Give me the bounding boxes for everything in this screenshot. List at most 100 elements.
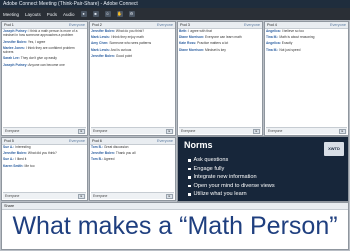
menu-layouts[interactable]: Layouts [25,12,41,17]
message-text: Everyone can learn math [205,35,242,40]
chat-recipient[interactable]: Everyone [5,194,19,198]
bullet-icon [188,167,191,170]
chat-message: Mark Lewis: And is curious [91,48,174,52]
slide-title: Norms [184,140,213,150]
chat-messages: Jennifer Bolen: What do you think? Mark … [91,29,174,127]
chat-input[interactable]: Everyone ▸ [179,127,261,134]
chat-message: Sarah Lee: They don't give up easily [3,56,86,60]
chat-message: Jennifer Bolen: Good point [91,54,174,58]
chat-input[interactable]: Everyone ▸ [91,192,174,199]
send-button[interactable]: ▸ [339,128,346,134]
message-text: Thank you all [115,151,136,156]
chat-messages: Sue A.: Interesting Jennifer Bolen: What… [3,145,86,192]
chat-message: Joseph Putney: Anyone can become one [3,63,86,67]
chat-input[interactable]: Everyone ▸ [91,127,174,134]
chat-input[interactable]: Everyone ▸ [3,192,86,199]
sender: Angelica: [266,29,281,33]
message-text: Interesting [15,145,31,149]
share-pod-title: Share What makes a “Math Person” [1,202,349,250]
chat-message: Jennifer Bolen: What did you think? [3,151,86,155]
chat-input[interactable]: Everyone ▸ [3,127,86,134]
menu-audio[interactable]: Audio [63,12,75,17]
send-button[interactable]: ▸ [253,128,260,134]
menu-meeting[interactable]: Meeting [3,12,19,17]
bullet-icon [188,184,191,187]
chat-message: Tom B.: Agreed [91,157,174,161]
sender: Amy Chen: [91,41,109,46]
sender: Mark Lewis: [91,35,110,40]
bullet-icon [188,159,191,162]
message-text: I agree with that [188,29,212,33]
message-text: Great discussion [103,145,129,149]
chat-pod-5: Pod 5 Everyone Sue A.: Interesting Jenni… [1,137,88,201]
sender: Tina M.: [266,47,279,52]
pod-header: Share [2,203,348,210]
chat-message: Diane Morrison: Everyone can learn math [179,35,261,39]
sender: Jennifer Bolen: [3,151,27,156]
bullet-text: Open your mind to diverse views [193,182,275,189]
message-text: Good point [115,53,133,58]
sender: Joseph Putney: [3,29,28,33]
chat-pod-1: Pod 1 Everyone Joseph Putney: I think a … [1,21,88,136]
pod-status: Everyone [68,139,85,143]
sender: Angelica: [266,41,281,46]
pod-header: Pod 3 Everyone [178,22,262,29]
chat-recipient[interactable]: Everyone [93,129,107,133]
pod-title: Share [4,204,15,208]
pod-title: Pod 6 [92,139,102,143]
message-text: I think they enjoy math [110,35,144,40]
message-text: Practice matters a lot [197,41,229,46]
chat-message: Diane Morrison: Mindset is key [179,48,261,52]
chat-input[interactable]: Everyone ▸ [266,127,347,134]
sender: Beth: [179,29,188,33]
slide-bullet: Ask questions [188,156,320,165]
pod-status: Everyone [243,23,260,27]
chat-messages: Beth: I agree with that Diane Morrison: … [179,29,261,127]
chat-pod-4: Pod 4 Everyone Angelica: I believe so to… [264,21,349,136]
window-title: Adobe Connect Meeting (Think-Pair-Share)… [0,0,350,8]
sender: Tom B.: [91,157,104,162]
sender: Sarah Lee: [3,56,20,61]
share-pod-slide: Norms XWTD Ask questions Engage fully In… [177,136,349,202]
send-button[interactable]: ▸ [166,128,173,134]
chat-message: Karen Smith: Me too [3,164,86,168]
person-icon[interactable]: ☺ [104,11,111,17]
chat-pod-3: Pod 3 Everyone Beth: I agree with that D… [177,21,263,136]
menubar: Meeting Layouts Pods Audio ● ■ ☺ ✋ ⚙ [0,8,350,20]
message-text: Someone who sees patterns [109,41,152,46]
message-text: Math is about reasoning [279,35,315,40]
sender: Karen Smith: [3,163,24,168]
message-text: Mindset is key [205,47,226,52]
chat-message: Sue A.: I liked it [3,157,86,161]
sender: Kate Ross: [179,41,197,46]
mic-icon[interactable]: ● [80,11,87,17]
pod-status: Everyone [156,23,173,27]
settings-icon[interactable]: ⚙ [128,11,135,17]
pod-status: Everyone [156,139,173,143]
sender: Sue A.: [3,145,15,149]
sender: Diane Morrison: [179,35,205,40]
send-button[interactable]: ▸ [78,193,85,199]
message-text: I believe so too [281,29,304,33]
bullet-icon [188,193,191,196]
chat-recipient[interactable]: Everyone [181,129,195,133]
chat-message: Sue A.: Interesting [3,145,86,149]
chat-message: Kate Ross: Practice matters a lot [179,41,261,45]
pod-title: Pod 1 [4,23,14,27]
bullet-text: Integrate new information [193,174,257,180]
camera-icon[interactable]: ■ [92,11,99,17]
send-button[interactable]: ▸ [78,128,85,134]
bullet-icon [188,176,191,179]
chat-message: Tina M.: Math is about reasoning [266,35,347,39]
hand-icon[interactable]: ✋ [116,11,123,17]
menu-pods[interactable]: Pods [47,12,57,17]
chat-message: Joseph Putney: I think a math person is … [3,29,86,38]
chat-recipient[interactable]: Everyone [93,194,107,198]
send-button[interactable]: ▸ [166,193,173,199]
chat-recipient[interactable]: Everyone [268,129,282,133]
sender: Sue A.: [3,157,15,162]
pod-title: Pod 5 [4,139,14,143]
pod-header: Pod 1 Everyone [2,22,87,29]
slide-main-title: What makes a “Math Person” [12,212,338,240]
chat-recipient[interactable]: Everyone [5,129,19,133]
